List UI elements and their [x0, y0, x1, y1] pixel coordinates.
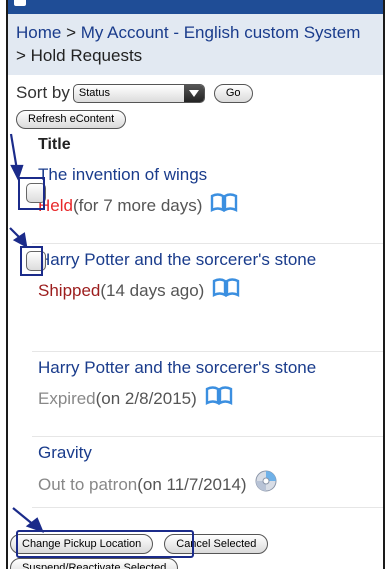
title-column-header: Title [38, 136, 71, 153]
book-icon [205, 385, 233, 411]
suspend-reactivate-button[interactable]: Suspend/Reactivate Selected [10, 558, 179, 569]
header-bar [8, 0, 383, 14]
book-icon [212, 277, 240, 303]
checkbox-highlight [20, 246, 43, 276]
hold-status-value: Out to patron [38, 474, 138, 494]
breadcrumb-separator: > [16, 46, 31, 65]
breadcrumb-current: Hold Requests [30, 46, 143, 65]
row-divider [32, 507, 383, 508]
hold-status: Expired (on 2/8/2015) [8, 379, 383, 411]
hold-row: Harry Potter and the sorcerer's stone Ex… [8, 352, 383, 436]
hold-status-detail: (on 2/8/2015) [95, 388, 197, 408]
breadcrumb-my-account-link[interactable]: My Account - English custom System [81, 23, 361, 42]
refresh-econtent-button[interactable]: Refresh eContent [16, 110, 127, 129]
breadcrumb-separator: > [61, 23, 81, 42]
checkbox-highlight [18, 177, 45, 210]
hold-row: The invention of wings Held (for 7 more … [8, 159, 383, 243]
hold-status: Held (for 7 more days) [8, 186, 383, 218]
hold-title-link[interactable]: Harry Potter and the sorcerer's stone [8, 248, 383, 271]
button-highlight [16, 530, 194, 558]
hold-row: Harry Potter and the sorcerer's stone Sh… [8, 244, 383, 351]
hold-status-detail: (on 11/7/2014) [137, 474, 247, 494]
hold-status-value: Expired [38, 388, 96, 408]
disc-icon [255, 470, 277, 498]
app-frame: Home > My Account - English custom Syste… [6, 0, 385, 569]
hold-title: Harry Potter and the sorcerer's stone [38, 358, 317, 377]
hold-status-detail: (14 days ago) [100, 280, 205, 300]
hold-title-link[interactable]: The invention of wings [8, 163, 383, 186]
go-button[interactable]: Go [213, 83, 253, 103]
book-icon [210, 192, 238, 218]
hold-status: Out to patron (on 11/7/2014) [8, 464, 383, 498]
hold-status-value: Shipped [38, 280, 101, 300]
hold-status: Shipped (14 days ago) [8, 271, 383, 303]
sort-label: Sort by [16, 83, 70, 102]
dropdown-arrow-icon [183, 84, 204, 102]
sort-row: Sort by Status Go [8, 75, 383, 105]
sort-select[interactable]: Status [72, 83, 205, 103]
breadcrumb-home-link[interactable]: Home [16, 23, 61, 42]
breadcrumb: Home > My Account - English custom Syste… [8, 14, 383, 75]
logo-icon [14, 0, 26, 6]
hold-row: Gravity Out to patron (on 11/7/2014) [8, 437, 383, 507]
refresh-row: Refresh eContent [8, 105, 383, 131]
sort-select-value: Status [78, 87, 111, 99]
hold-title: Gravity [38, 443, 92, 462]
hold-status-detail: (for 7 more days) [72, 195, 203, 215]
